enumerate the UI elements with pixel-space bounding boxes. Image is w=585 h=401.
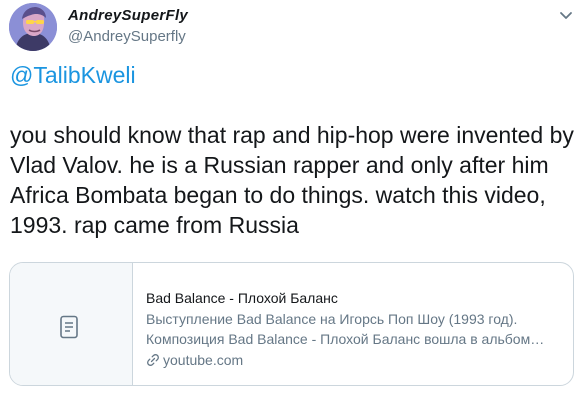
document-icon — [60, 315, 78, 339]
avatar-illustration — [9, 3, 57, 51]
user-handle[interactable]: @AndreySuperfly — [68, 28, 188, 46]
card-title: Bad Balance - Плохой Баланс — [146, 290, 338, 306]
card-thumbnail — [10, 263, 133, 385]
card-domain-text: youtube.com — [163, 352, 244, 368]
display-name[interactable]: AndreySuperFly — [68, 7, 188, 25]
tweet-text: @TalibKweli you should know that rap and… — [10, 60, 580, 240]
tweet-body: you should know that rap and hip-hop wer… — [10, 122, 574, 238]
link-icon — [147, 354, 159, 366]
chevron-down-icon[interactable] — [557, 6, 575, 24]
card-content: Bad Balance - Плохой Баланс Выступление … — [146, 288, 566, 370]
user-names: AndreySuperFly @AndreySuperfly — [68, 7, 188, 46]
card-description: Выступление Bad Balance на Игорсь Поп Шо… — [146, 311, 531, 347]
avatar[interactable] — [9, 3, 57, 51]
tweet: AndreySuperFly @AndreySuperfly @TalibKwe… — [0, 0, 585, 401]
link-card[interactable]: Bad Balance - Плохой Баланс Выступление … — [9, 262, 574, 386]
mention-link[interactable]: @TalibKweli — [10, 60, 580, 90]
card-domain: youtube.com — [146, 350, 566, 370]
